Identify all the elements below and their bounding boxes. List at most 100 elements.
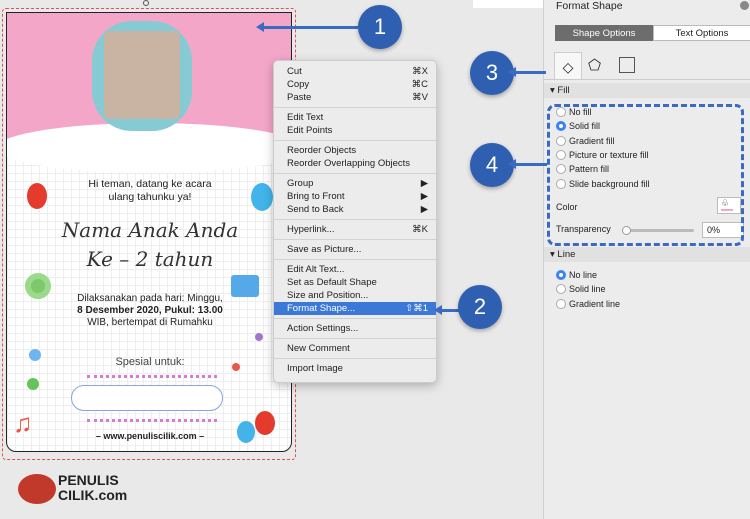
child-name[interactable]: Nama Anak Anda — [7, 218, 291, 242]
menu-item-paste[interactable]: Paste ⌘V — [274, 91, 436, 104]
menu-item-label: Hyperlink... — [287, 224, 335, 235]
menu-item-label: Save as Picture... — [287, 244, 362, 255]
dotted-border-top — [87, 375, 217, 378]
menu-separator — [274, 173, 436, 174]
greeting-line-1[interactable]: Hi teman, datang ke acara — [7, 178, 291, 190]
radio-button[interactable] — [556, 284, 566, 295]
radio-button[interactable] — [556, 298, 566, 309]
menu-item-group[interactable]: Group ▶ — [274, 177, 436, 190]
menu-item-shortcut: ⇧⌘1 — [405, 303, 428, 314]
menu-item-edit-text[interactable]: Edit Text — [274, 111, 436, 124]
radio-label: Solid line — [569, 284, 606, 295]
arrow-1 — [256, 22, 358, 32]
menu-item-label: Group — [287, 178, 314, 189]
menu-item-shortcut: ⌘K — [412, 224, 428, 235]
menu-separator — [274, 219, 436, 220]
details-line-1[interactable]: Dilaksanakan pada hari: Minggu, — [7, 293, 291, 304]
radio-no-line[interactable]: No line — [556, 270, 597, 280]
greeting-line-2[interactable]: ulang tahunku ya! — [7, 191, 291, 203]
menu-separator — [274, 318, 436, 319]
menu-item-reorder-overlapping-objects[interactable]: Reorder Overlapping Objects — [274, 157, 436, 170]
logo-text: PENULIS CILIK.com — [58, 472, 128, 503]
menu-item-copy[interactable]: Copy ⌘C — [274, 78, 436, 91]
website-text[interactable]: – www.penuliscilik.com – — [7, 431, 291, 441]
menu-item-bring-to-front[interactable]: Bring to Front ▶ — [274, 190, 436, 203]
menu-separator — [274, 259, 436, 260]
menu-item-label: Edit Text — [287, 112, 324, 123]
panel-title: Format Shape — [556, 0, 623, 12]
menu-item-set-as-default-shape[interactable]: Set as Default Shape — [274, 276, 436, 289]
confetti-dot — [255, 333, 263, 341]
arrow-2 — [434, 305, 460, 315]
menu-item-label: Send to Back — [287, 204, 344, 215]
arrow-3 — [508, 67, 546, 77]
details-line-2[interactable]: 8 Desember 2020, Pukul: 13.00 — [7, 305, 291, 316]
menu-item-label: Reorder Overlapping Objects — [287, 158, 411, 169]
menu-item-label: Reorder Objects — [287, 145, 357, 156]
fill-section-header[interactable]: ▾ Fill — [544, 83, 750, 98]
menu-item-action-settings[interactable]: Action Settings... — [274, 322, 436, 335]
radio-gradient-line[interactable]: Gradient line — [556, 298, 621, 309]
menu-item-format-shape[interactable]: Format Shape... ⇧⌘1 — [274, 302, 436, 315]
menu-item-label: Format Shape... — [287, 303, 356, 314]
radio-label: No line — [569, 270, 598, 280]
line-section-header[interactable]: ▾ Line — [544, 247, 750, 262]
menu-item-edit-alt-text[interactable]: Edit Alt Text... — [274, 263, 436, 276]
menu-item-label: Action Settings... — [287, 323, 359, 334]
close-icon[interactable] — [740, 1, 749, 10]
menu-item-label: Paste — [287, 92, 312, 103]
size-properties-icon[interactable] — [619, 57, 635, 73]
menu-item-shortcut: ⌘X — [412, 66, 428, 77]
menu-separator — [274, 140, 436, 141]
menu-item-shortcut: ▶ — [420, 204, 428, 215]
fill-line-icon[interactable]: ◇ — [554, 52, 582, 80]
highlight-box-fill-options — [547, 104, 744, 246]
recipient-name-box[interactable] — [71, 385, 223, 411]
menu-item-label: Bring to Front — [287, 191, 345, 202]
menu-item-shortcut: ▶ — [420, 178, 428, 189]
tab-shape-options[interactable]: Shape Options — [555, 25, 653, 41]
menu-separator — [274, 239, 436, 240]
menu-item-send-to-back[interactable]: Send to Back ▶ — [274, 203, 436, 216]
penulis-cilik-logo-icon — [18, 474, 56, 504]
dotted-border-bottom — [87, 419, 217, 422]
invitation-card[interactable]: ♫ Hi teman, datang ke acara ulang tahunk… — [6, 12, 292, 452]
menu-separator — [274, 338, 436, 339]
menu-item-hyperlink[interactable]: Hyperlink... ⌘K — [274, 223, 436, 236]
child-age[interactable]: Ke – 2 tahun — [7, 247, 291, 271]
menu-item-cut[interactable]: Cut ⌘X — [274, 65, 436, 78]
menu-item-shortcut: ⌘C — [411, 79, 428, 90]
menu-item-label: New Comment — [287, 343, 350, 354]
menu-item-label: Cut — [287, 66, 302, 77]
special-label[interactable]: Spesial untuk: — [7, 356, 291, 368]
radio-label: Gradient line — [569, 298, 621, 309]
menu-item-new-comment[interactable]: New Comment — [274, 342, 436, 355]
details-line-3[interactable]: WIB, bertempat di Rumahku — [7, 317, 291, 328]
menu-item-import-image[interactable]: Import Image — [274, 362, 436, 375]
effects-pentagon-icon[interactable]: ⬠ — [588, 56, 601, 74]
menu-item-label: Size and Position... — [287, 290, 369, 301]
menu-item-label: Copy — [287, 79, 310, 90]
menu-item-label: Set as Default Shape — [287, 277, 377, 288]
callout-2: 2 — [458, 285, 502, 329]
confetti-dot — [27, 378, 39, 390]
menu-item-label: Edit Alt Text... — [287, 264, 345, 275]
callout-1: 1 — [358, 5, 402, 49]
menu-item-size-and-position[interactable]: Size and Position... — [274, 289, 436, 302]
arrow-4 — [508, 159, 547, 169]
slide-thumbnail-edge — [473, 0, 543, 8]
divider — [544, 79, 750, 80]
menu-item-shortcut: ▶ — [420, 191, 428, 202]
menu-item-label: Edit Points — [287, 125, 333, 136]
tab-text-options[interactable]: Text Options — [653, 25, 750, 41]
radio-button[interactable] — [556, 270, 566, 280]
menu-item-save-as-picture[interactable]: Save as Picture... — [274, 243, 436, 256]
menu-item-edit-points[interactable]: Edit Points — [274, 124, 436, 137]
child-photo-frame — [92, 21, 192, 131]
menu-item-reorder-objects[interactable]: Reorder Objects — [274, 144, 436, 157]
format-shape-panel: Format Shape Shape Options Text Options … — [543, 0, 750, 519]
rotate-handle[interactable] — [143, 0, 149, 6]
radio-solid-line[interactable]: Solid line — [556, 284, 606, 295]
menu-item-label: Import Image — [287, 363, 343, 374]
menu-item-shortcut: ⌘V — [412, 92, 428, 103]
